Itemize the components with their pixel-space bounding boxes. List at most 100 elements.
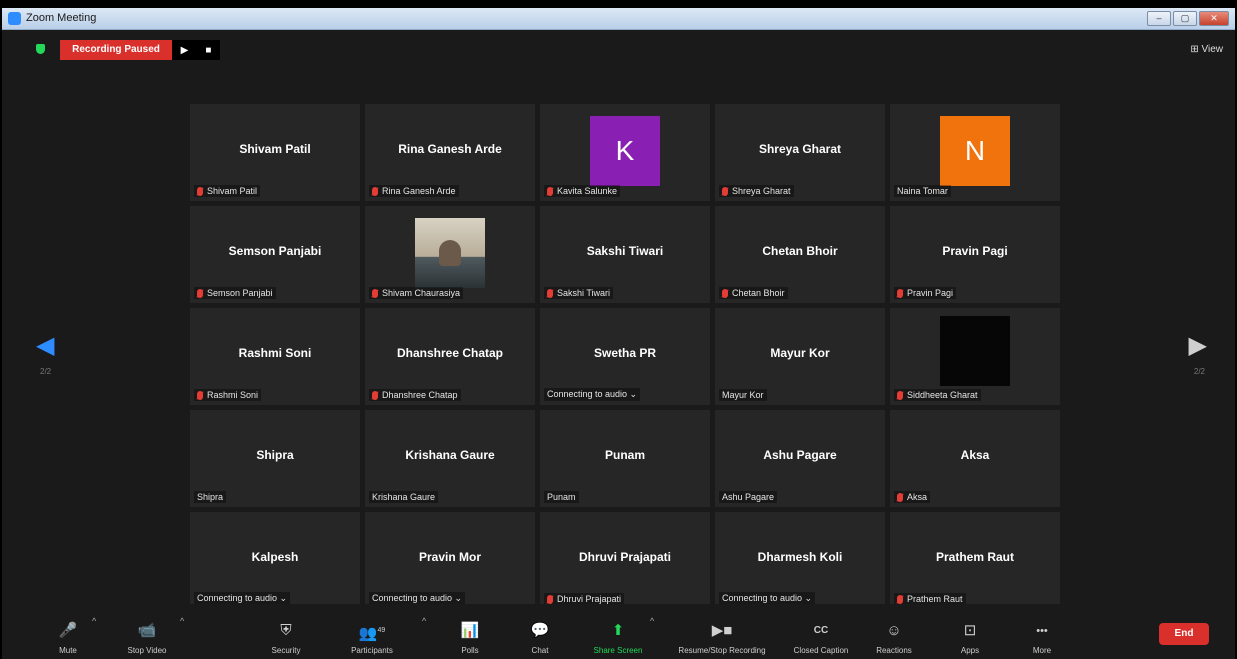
encryption-shield-icon[interactable] <box>36 44 45 54</box>
window-controls: – ▢ ✕ <box>1147 11 1229 26</box>
resume-recording-icon[interactable]: ▶ <box>181 45 189 56</box>
more-label: More <box>1032 646 1052 655</box>
video-options-caret[interactable]: ^ <box>180 616 184 626</box>
share-options-caret[interactable]: ^ <box>650 616 654 626</box>
meeting-area: Recording Paused ▶ ■ ⊞ View ◀ 2/2 ▶ 2/2 … <box>2 31 1235 659</box>
participants-icon: 👥49 <box>358 625 386 642</box>
participant-display-name: Dhanshree Chatap <box>396 346 504 360</box>
participant-name-label: Sakshi Tiwari <box>544 287 614 299</box>
audio-options-caret[interactable]: ^ <box>92 616 96 626</box>
participant-name-label: Aksa <box>894 491 931 503</box>
participant-tile[interactable]: Shivam Patil Shivam Patil <box>190 104 360 201</box>
participant-label-text: Connecting to audio ⌄ <box>197 593 288 603</box>
participant-label-text: Ashu Pagare <box>722 492 775 502</box>
participant-tile[interactable]: Dhruvi Prajapati Dhruvi Prajapati <box>540 512 710 609</box>
participant-tile[interactable]: Ashu Pagare Ashu Pagare <box>715 410 885 507</box>
muted-mic-icon <box>547 186 553 196</box>
closed-caption-button[interactable]: CC Closed Caption <box>787 622 855 655</box>
participant-label-text: Shivam Chaurasiya <box>382 288 461 298</box>
participant-tile[interactable]: Dhanshree Chatap Dhanshree Chatap <box>365 308 535 405</box>
apps-button[interactable]: ⊡ Apps <box>952 622 988 655</box>
resume-stop-recording-button[interactable]: ▶■ Resume/Stop Recording <box>664 622 780 655</box>
reactions-label: Reactions <box>876 646 912 655</box>
participant-name-label: Krishana Gaure <box>369 491 439 503</box>
participant-tile[interactable]: K Kavita Salunke <box>540 104 710 201</box>
muted-mic-icon <box>197 186 203 196</box>
participant-tile[interactable]: Shipra Shipra <box>190 410 360 507</box>
previous-page-icon[interactable]: ◀ <box>36 331 54 360</box>
zoom-app-icon <box>8 12 21 25</box>
participant-tile[interactable]: Pravin Pagi Pravin Pagi <box>890 206 1060 303</box>
more-icon: ••• <box>1036 625 1048 637</box>
participant-tile[interactable]: Mayur Kor Mayur Kor <box>715 308 885 405</box>
participant-label-text: Punam <box>547 492 576 502</box>
share-screen-icon: ⬆ <box>611 622 625 639</box>
participant-tile[interactable]: Kalpesh Connecting to audio ⌄ <box>190 512 360 609</box>
participant-label-text: Mayur Kor <box>722 390 764 400</box>
participant-tile[interactable]: Shreya Gharat Shreya Gharat <box>715 104 885 201</box>
participants-button[interactable]: 👥49 Participants <box>342 622 402 655</box>
participant-name-label: Siddheeta Gharat <box>894 389 981 401</box>
participant-display-name: Rashmi Soni <box>238 346 312 360</box>
participant-label-text: Dhanshree Chatap <box>382 390 458 400</box>
participant-tile[interactable]: Dharmesh Koli Connecting to audio ⌄ <box>715 512 885 609</box>
participant-tile[interactable]: Sakshi Tiwari Sakshi Tiwari <box>540 206 710 303</box>
participant-tile[interactable]: Rina Ganesh Arde Rina Ganesh Arde <box>365 104 535 201</box>
participant-display-name: Prathem Raut <box>935 550 1015 564</box>
participant-tile[interactable]: Shivam Chaurasiya <box>365 206 535 303</box>
participant-name-label: Rina Ganesh Arde <box>369 185 459 197</box>
share-screen-button[interactable]: ⬆ Share Screen <box>586 622 650 655</box>
polls-label: Polls <box>461 646 479 655</box>
polls-icon: 📊 <box>460 622 480 639</box>
reactions-button[interactable]: ☺ Reactions <box>870 622 918 655</box>
recording-controls-icon: ▶■ <box>711 622 733 639</box>
participant-tile[interactable]: Rashmi Soni Rashmi Soni <box>190 308 360 405</box>
participant-tile[interactable]: Punam Punam <box>540 410 710 507</box>
participant-video-off <box>940 316 1010 386</box>
participant-avatar: N <box>940 116 1010 186</box>
stop-video-button[interactable]: 📹 Stop Video <box>117 622 177 655</box>
participant-name-label: Mayur Kor <box>719 389 767 401</box>
end-meeting-button[interactable]: End <box>1159 623 1209 645</box>
participant-name-label: Shivam Chaurasiya <box>369 287 464 299</box>
chat-button[interactable]: 💬 Chat <box>522 622 558 655</box>
participant-tile[interactable]: Pravin Mor Connecting to audio ⌄ <box>365 512 535 609</box>
participant-tile[interactable]: Krishana Gaure Krishana Gaure <box>365 410 535 507</box>
participants-count: 49 <box>377 627 386 634</box>
participant-tile[interactable]: Siddheeta Gharat <box>890 308 1060 405</box>
minimize-button[interactable]: – <box>1147 11 1171 26</box>
muted-mic-icon <box>547 594 553 604</box>
muted-mic-icon <box>547 288 553 298</box>
participant-label-text: Connecting to audio ⌄ <box>372 593 463 603</box>
participant-tile[interactable]: Chetan Bhoir Chetan Bhoir <box>715 206 885 303</box>
security-button[interactable]: ⛨ Security <box>260 622 312 655</box>
participant-avatar: K <box>590 116 660 186</box>
participant-label-text: Krishana Gaure <box>372 492 436 502</box>
mute-label: Mute <box>59 646 77 655</box>
participant-tile[interactable]: N Naina Tomar <box>890 104 1060 201</box>
participants-options-caret[interactable]: ^ <box>422 616 426 626</box>
reactions-icon: ☺ <box>886 622 902 639</box>
muted-mic-icon <box>372 186 378 196</box>
participant-label-text: Rina Ganesh Arde <box>382 186 456 196</box>
view-button[interactable]: ⊞ View <box>1190 44 1223 55</box>
participant-name-label: Shreya Gharat <box>719 185 794 197</box>
muted-mic-icon <box>372 288 378 298</box>
participant-tile[interactable]: Semson Panjabi Semson Panjabi <box>190 206 360 303</box>
mute-button[interactable]: 🎤 Mute <box>50 622 86 655</box>
maximize-button[interactable]: ▢ <box>1173 11 1197 26</box>
participant-display-name: Shivam Patil <box>239 142 311 156</box>
muted-mic-icon <box>197 390 203 400</box>
participant-tile[interactable]: Prathem Raut Prathem Raut <box>890 512 1060 609</box>
share-screen-label: Share Screen <box>593 646 643 655</box>
next-page-number: 2/2 <box>1193 367 1205 376</box>
participant-tile[interactable]: Aksa Aksa <box>890 410 1060 507</box>
participant-tile[interactable]: Swetha PR Connecting to audio ⌄ <box>540 308 710 405</box>
polls-button[interactable]: 📊 Polls <box>450 622 490 655</box>
more-button[interactable]: ••• More <box>1024 622 1060 655</box>
close-window-button[interactable]: ✕ <box>1199 11 1229 26</box>
muted-mic-icon <box>897 288 903 298</box>
next-page-icon[interactable]: ▶ <box>1189 331 1207 360</box>
closed-caption-label: Closed Caption <box>793 646 849 655</box>
stop-recording-icon[interactable]: ■ <box>205 45 211 56</box>
